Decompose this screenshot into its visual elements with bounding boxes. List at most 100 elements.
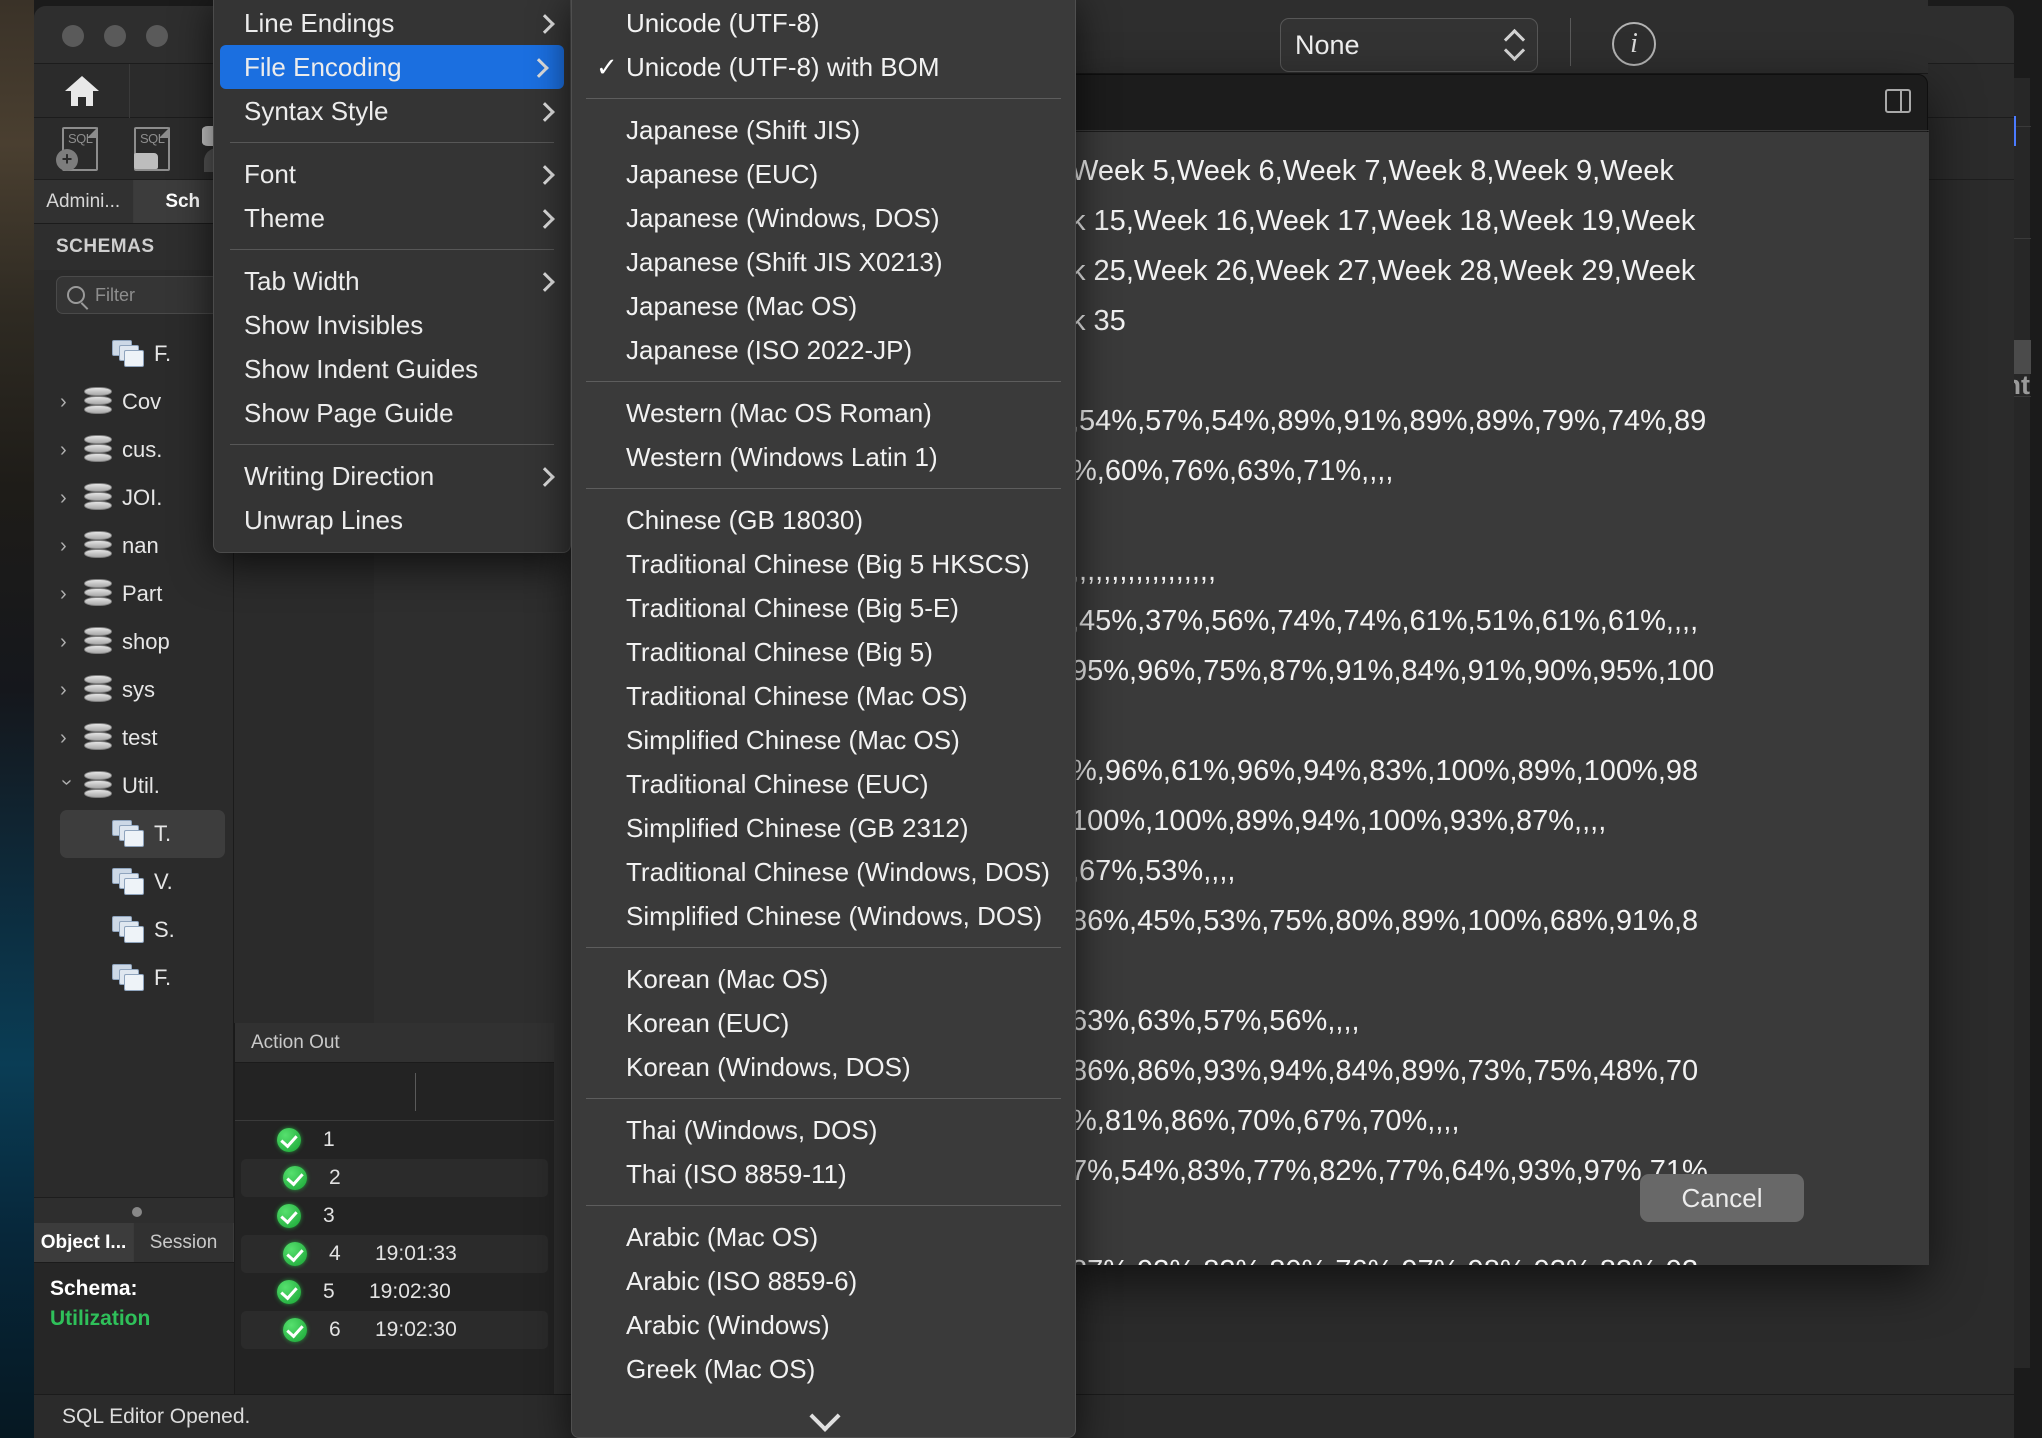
tree-item[interactable]: F. — [34, 330, 233, 378]
menu-item-tab-width[interactable]: Tab Width — [214, 259, 570, 303]
encoding-item-korean-windows-dos[interactable]: Korean (Windows, DOS) — [572, 1045, 1075, 1089]
encoding-item-japanese-euc[interactable]: Japanese (EUC) — [572, 152, 1075, 196]
split-view-icon[interactable] — [1885, 89, 1911, 113]
csv-line: 86%,86%,93%,94%,84%,89%,73%,75%,48%,70 — [1071, 1055, 1699, 1087]
menu-item-show-invisibles[interactable]: Show Invisibles — [214, 303, 570, 347]
encoding-item-traditional-chinese-mac-os[interactable]: Traditional Chinese (Mac OS) — [572, 674, 1075, 718]
zoom-button[interactable] — [146, 25, 168, 47]
info-icon[interactable]: i — [1612, 22, 1656, 66]
encoding-item-arabic-mac-os[interactable]: Arabic (Mac OS) — [572, 1215, 1075, 1259]
chevron-right-icon[interactable]: › — [60, 488, 74, 508]
encoding-item-traditional-chinese-euc[interactable]: Traditional Chinese (EUC) — [572, 762, 1075, 806]
encoding-item-traditional-chinese-big-5-hkscs[interactable]: Traditional Chinese (Big 5 HKSCS) — [572, 542, 1075, 586]
csv-line: 63%,63%,57%,56%,,,, — [1071, 1005, 1360, 1037]
table-row[interactable]: 4 19:01:33 — [241, 1235, 548, 1273]
chevron-right-icon[interactable]: › — [60, 440, 74, 460]
menu-item-show-page-guide[interactable]: Show Page Guide — [214, 391, 570, 435]
encoding-item-arabic-windows[interactable]: Arabic (Windows) — [572, 1303, 1075, 1347]
tree-item[interactable]: › cus. — [34, 426, 233, 474]
chevron-down-icon[interactable]: › — [56, 779, 78, 793]
table-row[interactable]: 2 — [241, 1159, 548, 1197]
tree-item-views[interactable]: V. — [34, 858, 233, 906]
encoding-item-arabic-iso-8859-6[interactable]: Arabic (ISO 8859-6) — [572, 1259, 1075, 1303]
open-sql-file-icon[interactable]: SQL — [128, 126, 174, 171]
menu-item-syntax-style[interactable]: Syntax Style — [214, 89, 570, 133]
tree-item-utilization[interactable]: › Util. — [34, 762, 233, 810]
sidebar-tab-administration[interactable]: Admini... — [34, 180, 134, 223]
encoding-item-japanese-windows-dos[interactable]: Japanese (Windows, DOS) — [572, 196, 1075, 240]
home-button[interactable] — [34, 63, 130, 118]
encoding-item-traditional-chinese-big-5-e[interactable]: Traditional Chinese (Big 5-E) — [572, 586, 1075, 630]
encoding-item-simplified-chinese-mac-os[interactable]: Simplified Chinese (Mac OS) — [572, 718, 1075, 762]
traffic-lights[interactable] — [62, 25, 168, 47]
menu-item-unwrap-lines[interactable]: Unwrap Lines — [214, 498, 570, 542]
chevron-right-icon[interactable]: › — [60, 680, 74, 700]
tab-object-info[interactable]: Object I... — [34, 1223, 134, 1262]
table-row[interactable]: 6 19:02:30 — [241, 1311, 548, 1349]
menu-item-line-endings[interactable]: Line Endings — [214, 1, 570, 45]
table-row[interactable]: 5 19:02:30 — [235, 1273, 554, 1311]
encoding-item-traditional-chinese-big-5[interactable]: Traditional Chinese (Big 5) — [572, 630, 1075, 674]
chevron-right-icon[interactable]: › — [60, 632, 74, 652]
encoding-item-japanese-shift-jis-x0213[interactable]: Japanese (Shift JIS X0213) — [572, 240, 1075, 284]
new-sql-file-icon[interactable]: SQL + — [56, 126, 102, 171]
schema-filter-input[interactable]: Filter — [56, 276, 219, 314]
csv-preview-sheet: Week 5,Week 6,Week 7,Week 8,Week 9,Week … — [1060, 74, 1929, 1265]
tree-item[interactable]: › nan — [34, 522, 233, 570]
chevron-right-icon[interactable]: › — [60, 536, 74, 556]
csv-text-view[interactable]: Week 5,Week 6,Week 7,Week 8,Week 9,Week … — [1061, 132, 1929, 1265]
tree-item-tables[interactable]: T. — [60, 810, 225, 858]
chevron-down-icon[interactable] — [572, 1409, 1075, 1435]
menu-separator — [586, 947, 1061, 948]
tree-item-label: F. — [154, 341, 172, 366]
none-select[interactable]: None — [1280, 18, 1538, 72]
encoding-item-korean-euc[interactable]: Korean (EUC) — [572, 1001, 1075, 1045]
encoding-item-traditional-chinese-windows-dos[interactable]: Traditional Chinese (Windows, DOS) — [572, 850, 1075, 894]
tree-item[interactable]: › Cov — [34, 378, 233, 426]
encoding-item-simplified-chinese-windows-dos[interactable]: Simplified Chinese (Windows, DOS) — [572, 894, 1075, 938]
tree-item[interactable]: › sys — [34, 666, 233, 714]
menu-item-file-encoding[interactable]: File Encoding — [220, 45, 564, 89]
tree-item[interactable]: › test — [34, 714, 233, 762]
tree-item[interactable]: › JOI. — [34, 474, 233, 522]
tab-session[interactable]: Session — [134, 1223, 234, 1262]
encoding-item-western-windows-latin-1[interactable]: Western (Windows Latin 1) — [572, 435, 1075, 479]
encoding-item-western-mac-os-roman[interactable]: Western (Mac OS Roman) — [572, 391, 1075, 435]
encoding-item-utf8-bom[interactable]: ✓ Unicode (UTF-8) with BOM — [572, 45, 1075, 89]
encoding-item-chinese-gb-18030[interactable]: Chinese (GB 18030) — [572, 498, 1075, 542]
menu-item-show-indent-guides[interactable]: Show Indent Guides — [214, 347, 570, 391]
tree-item-label: cus. — [122, 437, 163, 462]
action-output-tab[interactable]: Action Out — [235, 1023, 554, 1063]
csv-line: k 25,Week 26,Week 27,Week 28,Week 29,Wee… — [1071, 255, 1696, 287]
schema-icon — [84, 483, 112, 513]
success-icon — [277, 1128, 301, 1152]
sidebar-resize-handle[interactable] — [34, 1197, 234, 1223]
encoding-item-simplified-chinese-gb-2312[interactable]: Simplified Chinese (GB 2312) — [572, 806, 1075, 850]
encoding-item-japanese-iso-2022-jp[interactable]: Japanese (ISO 2022-JP) — [572, 328, 1075, 372]
encoding-item-korean-mac-os[interactable]: Korean (Mac OS) — [572, 957, 1075, 1001]
encoding-item-thai-iso-8859-11[interactable]: Thai (ISO 8859-11) — [572, 1152, 1075, 1196]
menu-item-theme[interactable]: Theme — [214, 196, 570, 240]
encoding-item-japanese-mac-os[interactable]: Japanese (Mac OS) — [572, 284, 1075, 328]
close-button[interactable] — [62, 25, 84, 47]
chevron-right-icon[interactable]: › — [60, 728, 74, 748]
table-row[interactable]: 3 — [235, 1197, 554, 1235]
stepper-icon[interactable] — [1505, 28, 1523, 62]
desktop-wallpaper — [0, 0, 34, 1438]
minimize-button[interactable] — [104, 25, 126, 47]
encoding-item-thai-windows-dos[interactable]: Thai (Windows, DOS) — [572, 1108, 1075, 1152]
encoding-item-label: Traditional Chinese (Windows, DOS) — [626, 856, 1050, 887]
tree-item[interactable]: › shop — [34, 618, 233, 666]
table-row[interactable]: 1 — [235, 1121, 554, 1159]
tree-item-functions[interactable]: F. — [34, 954, 233, 1002]
cancel-button[interactable]: Cancel — [1640, 1174, 1804, 1222]
encoding-item-japanese-shift-jis[interactable]: Japanese (Shift JIS) — [572, 108, 1075, 152]
tree-item-stored-procedures[interactable]: S. — [34, 906, 233, 954]
encoding-item-utf8[interactable]: Unicode (UTF-8) — [572, 1, 1075, 45]
chevron-right-icon[interactable]: › — [60, 584, 74, 604]
chevron-right-icon[interactable]: › — [60, 392, 74, 412]
encoding-item-greek-mac-os[interactable]: Greek (Mac OS) — [572, 1347, 1075, 1391]
menu-item-writing-direction[interactable]: Writing Direction — [214, 454, 570, 498]
tree-item[interactable]: › Part — [34, 570, 233, 618]
menu-item-font[interactable]: Font — [214, 152, 570, 196]
